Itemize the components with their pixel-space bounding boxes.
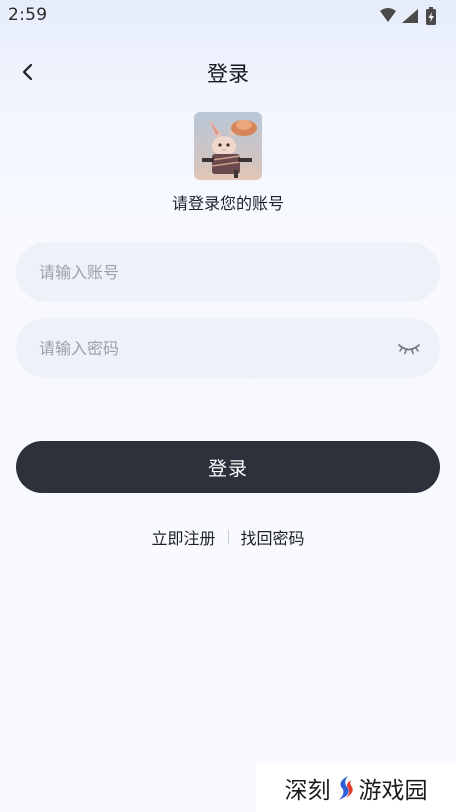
avatar xyxy=(194,112,262,180)
password-input[interactable] xyxy=(39,318,379,378)
password-field xyxy=(16,318,440,378)
watermark-text-left: 深刻 xyxy=(284,778,331,804)
status-time: 2:59 xyxy=(8,5,48,25)
avatar-image xyxy=(194,112,262,180)
watermark: 深刻 游戏园 xyxy=(256,764,456,812)
watermark-logo-icon xyxy=(338,776,353,800)
account-input[interactable] xyxy=(39,242,379,302)
page-title: 登录 xyxy=(207,62,249,86)
nav-bar: 登录 xyxy=(0,50,456,94)
eye-closed-icon xyxy=(398,344,420,355)
link-divider xyxy=(227,530,229,544)
login-button[interactable]: 登录 xyxy=(16,441,440,493)
account-field xyxy=(16,242,440,302)
wifi-icon xyxy=(380,8,396,22)
signal-icon xyxy=(402,9,418,23)
watermark-text-right: 游戏园 xyxy=(358,778,428,804)
forgot-password-link[interactable]: 找回密码 xyxy=(241,525,305,549)
status-bar: 2:59 xyxy=(0,0,456,32)
auth-links: 立即注册 找回密码 xyxy=(0,525,456,549)
register-link[interactable]: 立即注册 xyxy=(151,525,215,549)
password-visibility-toggle[interactable] xyxy=(396,336,422,360)
login-subtitle: 请登录您的账号 xyxy=(171,194,284,213)
battery-icon xyxy=(426,7,436,25)
status-icons xyxy=(378,6,448,26)
